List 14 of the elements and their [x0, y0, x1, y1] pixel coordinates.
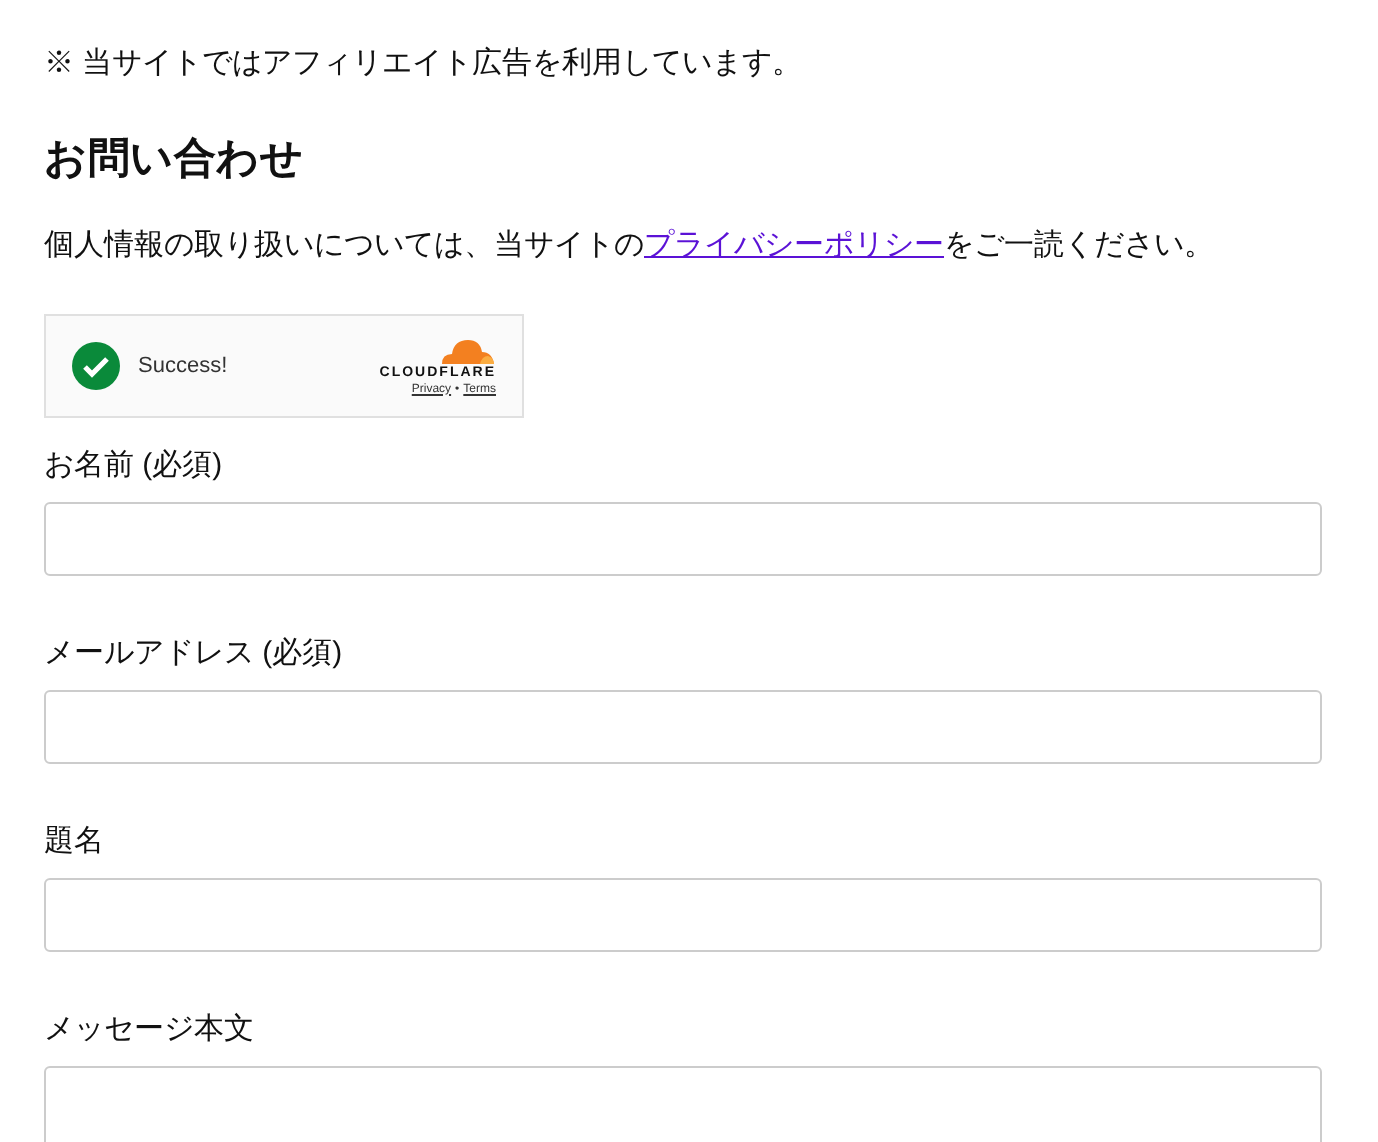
input-field[interactable]	[44, 878, 1322, 952]
field-label: 題名	[44, 822, 106, 862]
cloud-icon	[436, 335, 496, 363]
input-field[interactable]	[44, 690, 1322, 764]
affiliate-notice: ※ 当サイトではアフィリエイト広告を利用しています。	[44, 44, 805, 84]
privacy-notice: 個人情報の取り扱いについては、当サイトのプライバシーポリシーをご一読ください。	[44, 226, 1216, 266]
field-label: メールアドレス (必須)	[44, 634, 345, 674]
page-heading: お問い合わせ	[44, 134, 306, 186]
input-field[interactable]	[44, 502, 1322, 576]
field-label: メッセージ本文	[44, 1010, 256, 1050]
field-label: お名前 (必須)	[44, 446, 225, 486]
captcha-status: Success!	[138, 351, 228, 382]
privacy-policy-link[interactable]: プライバシーポリシー	[644, 228, 944, 262]
check-icon	[72, 342, 120, 390]
